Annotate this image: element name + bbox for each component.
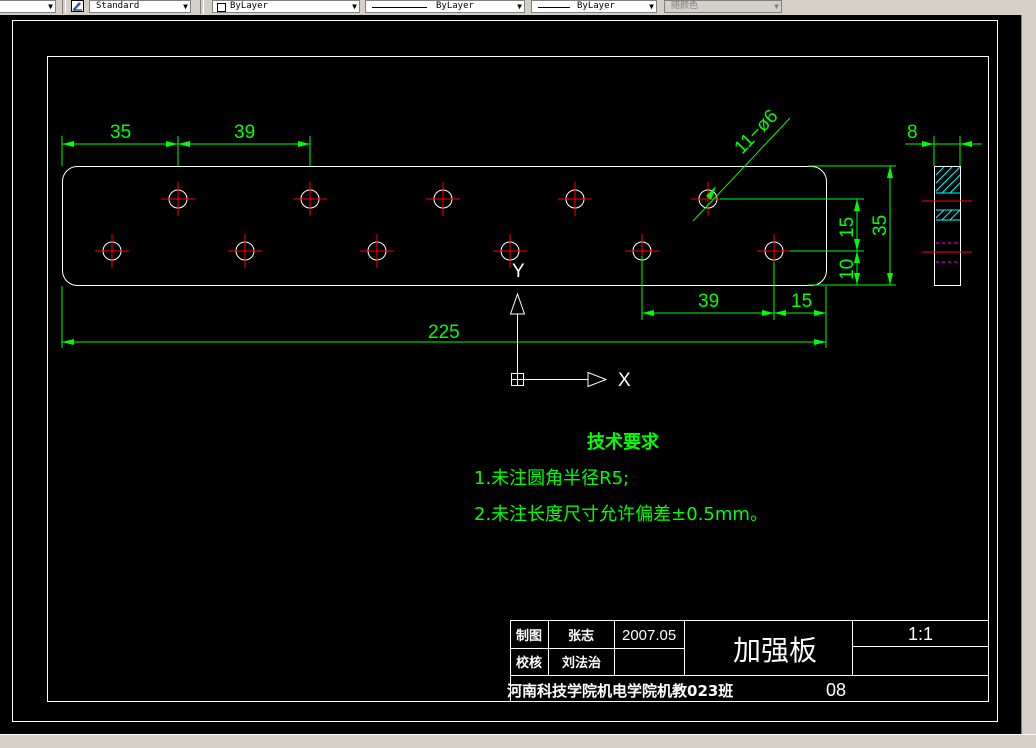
dim-39-bottom: 39 bbox=[698, 291, 719, 312]
ucs-y-label: Y bbox=[512, 261, 525, 282]
lineweight-value: ByLayer bbox=[577, 1, 615, 11]
dim-15-right: 15 bbox=[837, 217, 858, 238]
chevron-down-icon: ▼ bbox=[183, 2, 188, 11]
hatch-pattern bbox=[935, 166, 961, 221]
dim-39-top: 39 bbox=[234, 122, 255, 143]
color-swatch-icon bbox=[217, 3, 226, 12]
hole-group bbox=[95, 182, 791, 268]
plotstyle-dropdown[interactable]: 随颜色 ▼ bbox=[664, 0, 782, 13]
chevron-down-icon: ▼ bbox=[48, 2, 53, 11]
textstyle-dropdown[interactable]: Standard ▼ bbox=[89, 0, 191, 13]
lineweight-sample bbox=[538, 7, 570, 8]
cad-drawing: 35 39 8 11−ø6 15 35 10 39 15 225 X Y 技术要… bbox=[12, 20, 998, 722]
chevron-down-icon: ▼ bbox=[517, 2, 522, 11]
dimstyle-dropdown[interactable]: ▼ bbox=[0, 0, 56, 13]
drawn-label: 制图 bbox=[516, 628, 542, 644]
linetype-value: ByLayer bbox=[436, 1, 474, 11]
properties-toolbar: ▼ Standard ▼ ByLayer ▼ ByLayer ▼ ByLayer… bbox=[0, 0, 1036, 16]
checked-name: 刘法治 bbox=[562, 655, 601, 671]
side-outline bbox=[934, 166, 961, 286]
dim-35-top: 35 bbox=[110, 122, 131, 143]
dim-35-right: 35 bbox=[870, 215, 891, 236]
plate-outline bbox=[62, 166, 827, 286]
toolbar-separator bbox=[200, 0, 204, 14]
text-style-icon[interactable] bbox=[71, 0, 84, 12]
toolbar-separator bbox=[62, 0, 66, 14]
lineweight-dropdown[interactable]: ByLayer ▼ bbox=[531, 0, 657, 13]
side-centerlines bbox=[922, 200, 972, 253]
plotstyle-value: 随颜色 bbox=[671, 1, 699, 11]
dim-10-right: 10 bbox=[837, 259, 858, 280]
drawn-date: 2007.05 bbox=[622, 627, 676, 644]
ucs-icon bbox=[509, 292, 608, 388]
side-view bbox=[922, 166, 972, 286]
vertical-scrollbar[interactable] bbox=[1021, 15, 1036, 734]
notes-line-2: 2.未注长度尺寸允许偏差±0.5mm。 bbox=[474, 504, 768, 525]
textstyle-value: Standard bbox=[96, 1, 140, 11]
color-value: ByLayer bbox=[230, 1, 268, 11]
part-name: 加强板 bbox=[733, 634, 817, 667]
sheet-border-outer bbox=[12, 20, 998, 722]
drawing-number: 08 bbox=[826, 680, 846, 700]
chevron-down-icon: ▼ bbox=[649, 2, 654, 11]
color-dropdown[interactable]: ByLayer ▼ bbox=[212, 0, 360, 13]
dim-225: 225 bbox=[428, 322, 460, 343]
title-block-texts: 制图 张志 2007.05 校核 刘法治 加强板 1:1 河南科技学院机电学院机… bbox=[507, 624, 933, 700]
chevron-down-icon: ▼ bbox=[352, 2, 357, 11]
linetype-sample bbox=[372, 7, 427, 8]
dimension-texts: 35 39 8 11−ø6 15 35 10 39 15 225 bbox=[110, 106, 918, 343]
horizontal-scrollbar[interactable] bbox=[0, 734, 1036, 748]
technical-notes: 技术要求 1.未注圆角半径R5; 2.未注长度尺寸允许偏差±0.5mm。 bbox=[474, 431, 768, 525]
school-name: 河南科技学院机电学院机教023班 bbox=[507, 682, 733, 700]
notes-line-1: 1.未注圆角半径R5; bbox=[474, 468, 629, 489]
drawn-name: 张志 bbox=[568, 628, 594, 644]
dim-15-bottom: 15 bbox=[791, 291, 812, 312]
linetype-dropdown[interactable]: ByLayer ▼ bbox=[365, 0, 525, 13]
scale: 1:1 bbox=[908, 624, 933, 644]
chevron-down-icon: ▼ bbox=[774, 2, 779, 11]
checked-label: 校核 bbox=[516, 655, 542, 671]
notes-title: 技术要求 bbox=[587, 431, 660, 453]
drawing-canvas[interactable]: 35 39 8 11−ø6 15 35 10 39 15 225 X Y 技术要… bbox=[0, 15, 1036, 734]
ucs-x-label: X bbox=[618, 370, 631, 391]
dim-8: 8 bbox=[907, 122, 918, 143]
hole-callout: 11−ø6 bbox=[730, 106, 782, 159]
